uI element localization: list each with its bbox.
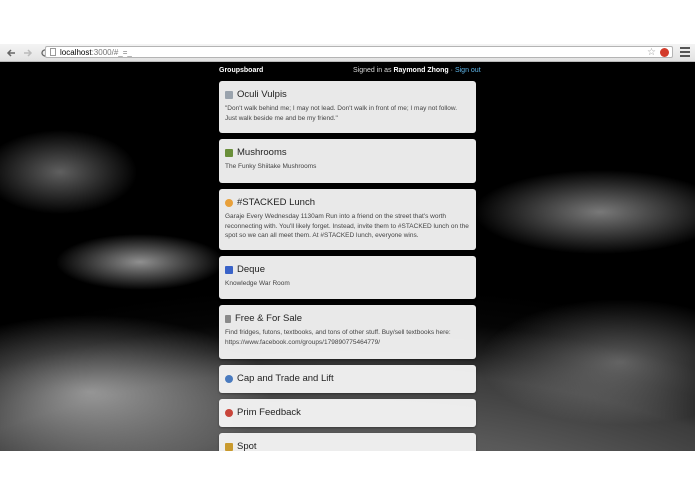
page-viewport: Groupsboard Signed in as Raymond Zhong ·…	[0, 62, 695, 451]
book-icon	[225, 265, 233, 274]
trash-icon	[225, 314, 231, 323]
brand-link[interactable]: Groupsboard	[219, 67, 263, 74]
group-description: Garaje Every Wednesday 1130am Run into a…	[225, 213, 469, 239]
page-icon	[50, 48, 56, 56]
group-card-stacked-lunch[interactable]: #STACKED Lunch Garaje Every Wednesday 11…	[219, 189, 476, 250]
group-title: Prim Feedback	[237, 407, 301, 418]
separator: ·	[450, 67, 453, 74]
group-card-spot[interactable]: Spot	[219, 433, 476, 451]
signed-in-label: Signed in as	[353, 67, 392, 74]
group-card-mushrooms[interactable]: Mushrooms The Funky Shiitake Mushrooms	[219, 139, 476, 183]
group-description: The Funky Shiitake Mushrooms	[225, 163, 317, 170]
url-text: localhost:3000/#_=_	[60, 47, 132, 57]
group-title: Spot	[237, 441, 257, 451]
user-name: Raymond Zhong	[393, 67, 449, 74]
group-card-cap-and-trade[interactable]: Cap and Trade and Lift	[219, 365, 476, 393]
mushroom-icon	[225, 148, 233, 157]
top-navbar: Groupsboard Signed in as Raymond Zhong ·…	[0, 62, 695, 80]
extension-icon[interactable]	[660, 48, 669, 57]
spot-icon	[225, 442, 233, 451]
group-title: Oculi Vulpis	[237, 89, 287, 100]
browser-toolbar: localhost:3000/#_=_ ☆	[0, 44, 695, 62]
group-title: Cap and Trade and Lift	[237, 373, 334, 384]
address-bar[interactable]: localhost:3000/#_=_ ☆	[45, 46, 673, 58]
group-card-deque[interactable]: Deque Knowledge War Room	[219, 256, 476, 299]
group-title: #STACKED Lunch	[237, 197, 315, 208]
group-title: Free & For Sale	[235, 313, 303, 324]
group-card-prim-feedback[interactable]: Prim Feedback	[219, 399, 476, 427]
group-description: Knowledge War Room	[225, 280, 290, 287]
group-card-free-for-sale[interactable]: Free & For Sale Find fridges, futons, te…	[219, 305, 476, 359]
group-description: Find fridges, futons, textbooks, and ton…	[225, 329, 451, 346]
group-title: Deque	[237, 264, 265, 275]
speech-icon	[225, 408, 233, 417]
group-card-oculi-vulpis[interactable]: Oculi Vulpis "Don't walk behind me; I ma…	[219, 81, 476, 133]
group-list: Oculi Vulpis "Don't walk behind me; I ma…	[219, 81, 476, 451]
forward-arrow-icon[interactable]	[21, 46, 34, 59]
group-description: "Don't walk behind me; I may not lead. D…	[225, 105, 458, 122]
back-arrow-icon[interactable]	[4, 46, 17, 59]
food-icon	[225, 198, 233, 207]
globe-icon	[225, 374, 233, 383]
fox-icon	[225, 90, 233, 99]
signed-in-status: Signed in as Raymond Zhong · Sign out	[353, 67, 481, 74]
group-title: Mushrooms	[237, 147, 287, 158]
sign-out-link[interactable]: Sign out	[455, 67, 481, 74]
star-icon[interactable]: ☆	[647, 47, 656, 58]
menu-icon[interactable]	[680, 47, 690, 57]
